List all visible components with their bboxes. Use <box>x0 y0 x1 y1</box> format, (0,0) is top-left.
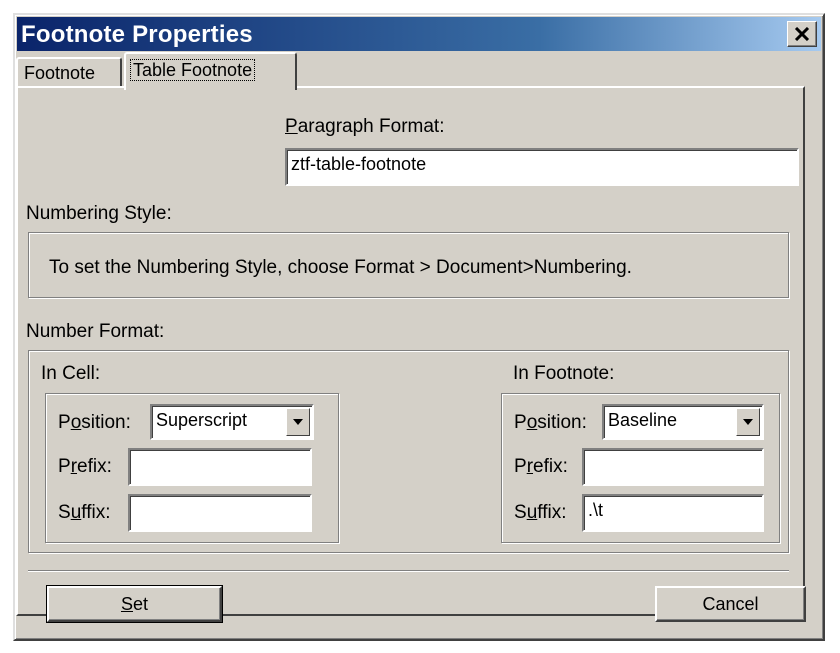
tab-panel: Paragraph Format: ztf-table-footnote Num… <box>16 86 806 623</box>
in-cell-label: In Cell: <box>41 363 101 384</box>
in-cell-suffix-field[interactable] <box>128 494 312 532</box>
chevron-down-icon <box>293 419 303 425</box>
tab-footnote-label: Footnote <box>24 63 96 83</box>
in-cell-position-label: Position: <box>58 412 131 433</box>
in-cell-prefix-label: Prefix: <box>58 456 112 477</box>
in-footnote-position-select[interactable]: Baseline <box>602 404 764 440</box>
in-cell-group: Position: Superscript Prefix: Suffix: <box>45 393 339 543</box>
numbering-style-box: To set the Numbering Style, choose Forma… <box>28 232 789 298</box>
in-cell-position-dropdown-button[interactable] <box>286 408 310 436</box>
close-button[interactable] <box>787 21 817 47</box>
in-cell-prefix-field[interactable] <box>128 448 312 486</box>
in-cell-suffix-label: Suffix: <box>58 502 111 523</box>
close-icon <box>794 27 810 41</box>
cancel-button-label: Cancel <box>702 593 759 614</box>
in-footnote-prefix-label: Prefix: <box>514 456 568 477</box>
in-footnote-label: In Footnote: <box>513 363 615 384</box>
set-button[interactable]: Set <box>46 585 223 623</box>
tab-table-footnote[interactable]: Table Footnote <box>124 52 297 90</box>
cancel-button[interactable]: Cancel <box>655 586 806 622</box>
numbering-style-message: To set the Numbering Style, choose Forma… <box>49 257 632 278</box>
tab-table-footnote-label: Table Footnote <box>130 59 256 81</box>
paragraph-format-field[interactable]: ztf-table-footnote <box>285 148 799 186</box>
separator <box>28 570 789 572</box>
tab-footnote[interactable]: Footnote <box>16 57 122 88</box>
numbering-style-label: Numbering Style: <box>26 203 172 224</box>
title-bar[interactable]: Footnote Properties <box>17 17 821 51</box>
number-format-label: Number Format: <box>26 321 165 342</box>
in-footnote-group: Position: Baseline Prefix: Suffix: .\t <box>501 393 780 543</box>
paragraph-format-label: Paragraph Format: <box>285 116 445 137</box>
dialog-title: Footnote Properties <box>21 21 253 48</box>
in-footnote-prefix-field[interactable] <box>582 448 764 486</box>
in-footnote-suffix-field[interactable]: .\t <box>582 494 764 532</box>
in-footnote-position-value: Baseline <box>608 410 678 430</box>
set-button-label: Set <box>120 593 149 614</box>
chevron-down-icon <box>743 419 753 425</box>
in-footnote-position-label: Position: <box>514 412 587 433</box>
number-format-group: In Cell: In Footnote: Position: Superscr… <box>28 350 789 553</box>
in-cell-position-value: Superscript <box>156 410 248 430</box>
in-cell-position-select[interactable]: Superscript <box>150 404 314 440</box>
in-footnote-suffix-label: Suffix: <box>514 502 567 523</box>
in-footnote-position-dropdown-button[interactable] <box>736 408 760 436</box>
